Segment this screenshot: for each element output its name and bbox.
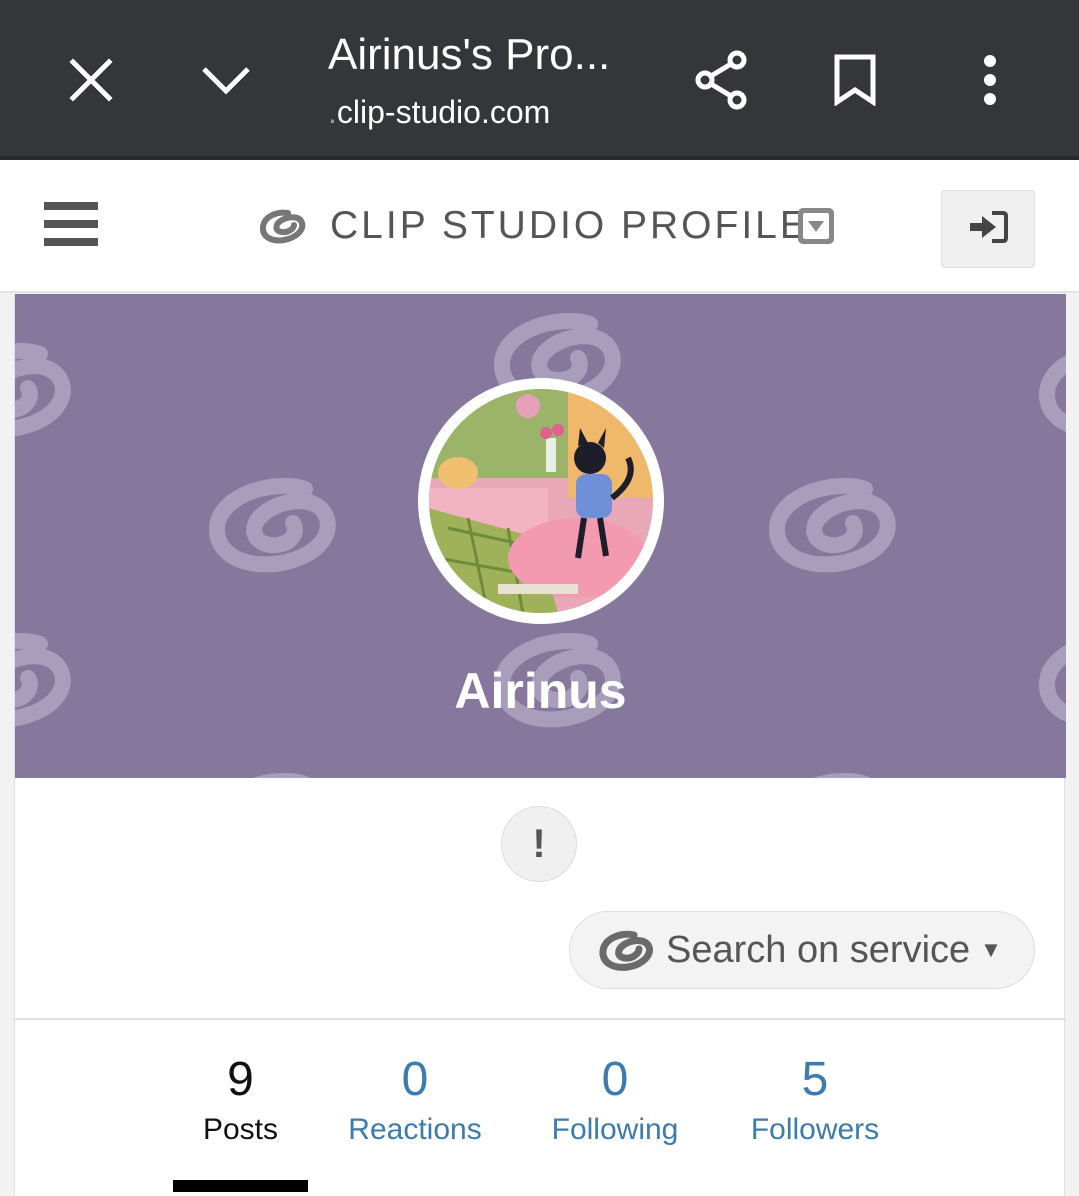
username: Airinus — [454, 663, 627, 719]
profile-stats: 9 Posts 0 Reactions 0 Following 5 Follow… — [15, 1020, 1066, 1196]
site-header: CLIP STUDIO PROFILE — [0, 160, 1079, 293]
share-icon[interactable] — [681, 40, 761, 120]
stat-label: Following — [551, 1113, 679, 1146]
hamburger-icon[interactable] — [44, 200, 100, 253]
bookmark-icon[interactable] — [815, 40, 895, 120]
caret-down-icon: ▼ — [980, 937, 1002, 962]
stat-value: 9 — [227, 1053, 254, 1106]
close-icon[interactable] — [51, 40, 131, 120]
avatar-illustration — [429, 389, 653, 613]
stat-label: Posts — [202, 1113, 279, 1146]
dropdown-toggle-icon[interactable] — [796, 206, 836, 251]
stat-label: Followers — [750, 1113, 880, 1146]
search-on-service-label: Search on service — [666, 928, 971, 971]
report-button[interactable]: ! — [501, 806, 577, 882]
page-title: Airinus's Pro... — [328, 30, 611, 79]
stat-value: 0 — [601, 1053, 629, 1106]
url-prefix: . — [328, 94, 337, 130]
stat-value: 0 — [401, 1053, 429, 1106]
stat-reactions[interactable]: 0 Reactions — [335, 1050, 495, 1150]
url-text: clip-studio.com — [336, 94, 551, 130]
profile-card: Airinus ! Search on service ▼ 9 Posts 0 … — [14, 294, 1066, 1196]
clip-studio-logo-icon — [598, 927, 656, 973]
more-vert-icon[interactable] — [950, 40, 1030, 120]
avatar[interactable] — [418, 378, 664, 624]
brand-title[interactable]: CLIP STUDIO PROFILE — [330, 204, 809, 248]
stat-value: 5 — [801, 1053, 829, 1106]
stat-posts[interactable]: 9 Posts — [173, 1050, 308, 1150]
browser-toolbar: Airinus's Pro... .clip-studio.com — [0, 0, 1079, 160]
stat-followers[interactable]: 5 Followers — [735, 1050, 895, 1150]
active-tab-indicator — [173, 1180, 308, 1192]
profile-banner: Airinus — [15, 294, 1066, 778]
chevron-down-icon[interactable] — [186, 40, 266, 120]
clip-studio-logo-icon — [258, 205, 308, 252]
sign-in-icon — [968, 210, 1008, 249]
stat-following[interactable]: 0 Following — [535, 1050, 695, 1150]
stat-label: Reactions — [348, 1113, 482, 1146]
page-url: .clip-studio.com — [328, 94, 550, 131]
search-on-service-button[interactable]: Search on service ▼ — [569, 911, 1035, 989]
login-button[interactable] — [941, 190, 1035, 268]
